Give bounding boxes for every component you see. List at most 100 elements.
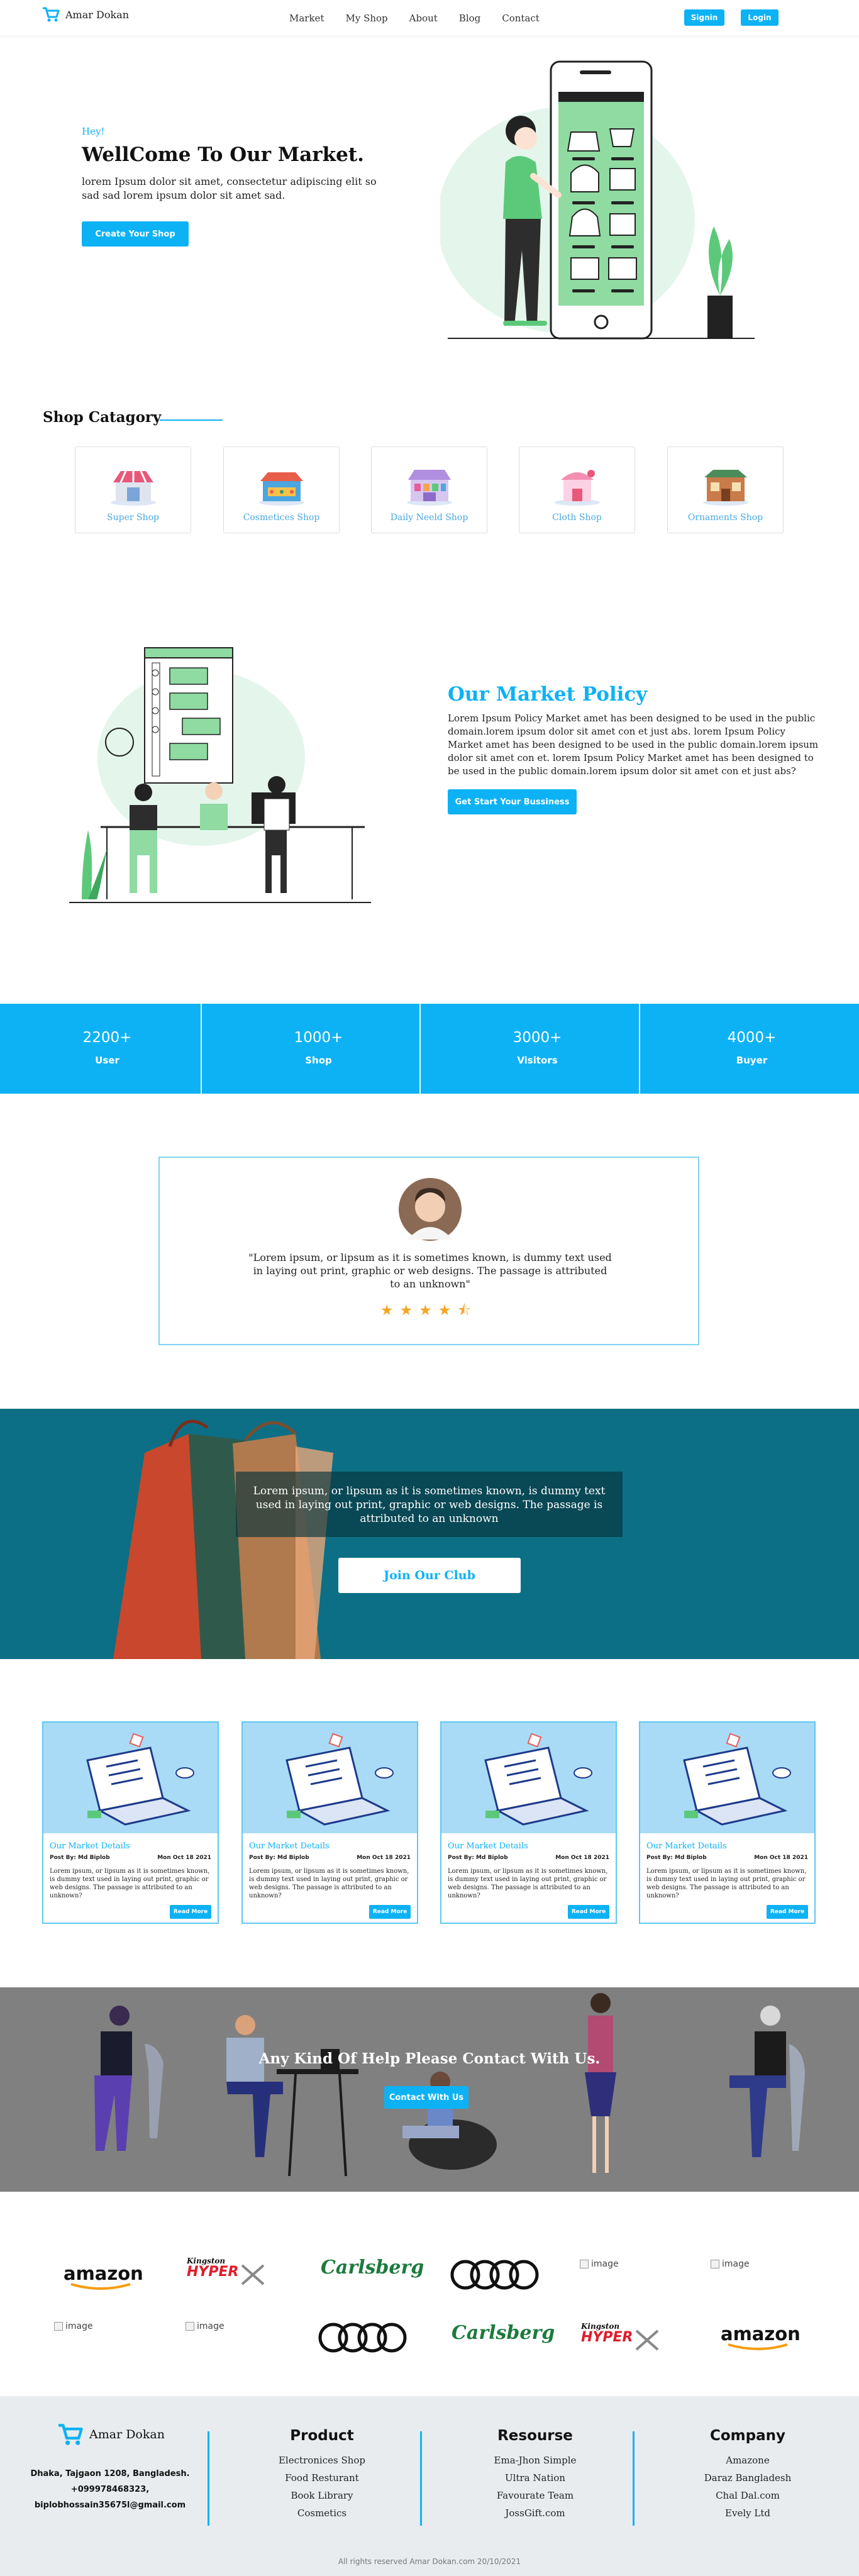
nav-link-about[interactable]: About xyxy=(409,13,438,24)
footer-brand[interactable]: Amar Dokan xyxy=(57,2423,165,2446)
get-start-business-button[interactable]: Get Start Your Bussiness xyxy=(448,789,577,814)
brand-name: Amar Dokan xyxy=(65,8,129,21)
policy-text: Lorem Ipsum Policy Market amet has been … xyxy=(448,713,819,777)
stat-shop: 1000+ Shop xyxy=(211,1004,426,1094)
blog-excerpt: Lorem ipsum, or lipsum as it is sometime… xyxy=(50,1868,210,1899)
blog-date: Mon Oct 18 2021 xyxy=(555,1855,609,1861)
brand-logo[interactable]: Amar Dokan xyxy=(42,6,129,23)
blog-excerpt: Lorem ipsum, or lipsum as it is sometime… xyxy=(646,1868,807,1899)
footer-resource-link[interactable]: Ultra Nation xyxy=(453,2472,617,2484)
footer-product-link[interactable]: Electronices Shop xyxy=(240,2455,404,2466)
blog-author: Post By: Md Biplob xyxy=(646,1855,707,1861)
category-card[interactable]: Daily Neeld Shop xyxy=(371,447,487,533)
testimonial-quote: "Lorem ipsum, or lipsum as it is sometim… xyxy=(248,1252,612,1290)
amazon-wordmark: amazon xyxy=(721,2323,801,2345)
copyright: All rights reserved Amar Dokan.com 20/10… xyxy=(338,2557,521,2566)
read-more-button[interactable]: Read More xyxy=(767,1905,808,1919)
image-alt-text: image xyxy=(722,2259,750,2269)
category-label: Ornaments Shop xyxy=(687,513,763,523)
login-button[interactable]: Login xyxy=(741,9,779,26)
contact-title: Any Kind Of Help Please Contact With Us. xyxy=(258,2050,601,2067)
footer-company-link[interactable]: Daraz Bangladesh xyxy=(666,2472,829,2484)
category-label: Cosmetices Shop xyxy=(243,513,320,523)
stat-divider xyxy=(201,1004,202,1094)
category-card[interactable]: Cloth Shop xyxy=(519,447,635,533)
amazon-logo: amazon xyxy=(717,2319,817,2357)
footer-product-link[interactable]: Cosmetics xyxy=(240,2507,404,2519)
stat-label: Shop xyxy=(305,1055,332,1066)
category-label: Super Shop xyxy=(107,513,159,523)
blog-excerpt: Lorem ipsum, or lipsum as it is sometime… xyxy=(249,1868,409,1899)
blog-title[interactable]: Our Market Details xyxy=(646,1841,727,1851)
footer-brand-name: Amar Dokan xyxy=(89,2428,165,2441)
star-rating: ★★★★⯪ xyxy=(380,1302,478,1319)
footer-resource-link[interactable]: Favourate Team xyxy=(453,2490,617,2501)
footer-company-link[interactable]: Amazone xyxy=(666,2455,829,2466)
stat-user: 2200+ User xyxy=(0,1004,214,1094)
category-card[interactable]: Ornaments Shop xyxy=(667,447,784,533)
nav-link-contact[interactable]: Contact xyxy=(502,13,540,24)
contact-us-button[interactable]: Contact With Us xyxy=(384,2086,468,2109)
kingston-hyperx-logo: Kingston HYPER xyxy=(580,2318,680,2356)
policy-title: Our Market Policy xyxy=(448,683,648,706)
blog-excerpt: Lorem ipsum, or lipsum as it is sometime… xyxy=(448,1868,608,1899)
carlsberg-logo: Carlsberg xyxy=(321,2254,424,2292)
read-more-button[interactable]: Read More xyxy=(170,1905,211,1919)
stat-label: Buyer xyxy=(736,1055,768,1066)
hero-illustration xyxy=(440,60,755,340)
footer-company-title: Company xyxy=(710,2428,785,2444)
footer-resource-link[interactable]: Ema-Jhon Simple xyxy=(453,2455,617,2466)
signin-button[interactable]: Signin xyxy=(684,9,724,26)
carlsberg-logo: Carlsberg xyxy=(452,2319,555,2357)
blog-card: Our Market Details Post By: Md Biplob Mon… xyxy=(639,1721,816,1924)
footer-product-title: Product xyxy=(290,2428,354,2444)
footer-product-link[interactable]: Book Library xyxy=(240,2490,404,2501)
footer-company-link[interactable]: Chal Dal.com xyxy=(666,2490,829,2501)
policy-illustration xyxy=(69,647,371,903)
top-navbar: Amar Dokan Market My Shop About Blog Con… xyxy=(0,0,859,36)
blog-title[interactable]: Our Market Details xyxy=(448,1841,528,1851)
broken-image-icon xyxy=(580,2260,589,2268)
blog-title[interactable]: Our Market Details xyxy=(50,1841,130,1851)
stat-divider xyxy=(419,1004,421,1094)
avatar xyxy=(399,1178,462,1241)
create-shop-button[interactable]: Create Your Shop xyxy=(82,221,189,247)
cloth-shop-icon xyxy=(555,470,600,506)
blog-image xyxy=(441,1723,616,1833)
stat-value: 4000+ xyxy=(727,1030,777,1046)
cosmetics-shop-icon xyxy=(259,472,304,506)
blog-card: Our Market Details Post By: Md Biplob Mon… xyxy=(440,1721,617,1924)
nav-link-blog[interactable]: Blog xyxy=(459,13,480,24)
read-more-button[interactable]: Read More xyxy=(568,1905,609,1919)
join-club-button[interactable]: Join Our Club xyxy=(338,1558,521,1593)
stats-band: 2200+ User 1000+ Shop 3000+ Visitors 400… xyxy=(0,1004,859,1094)
amazon-smile-icon xyxy=(728,2343,788,2350)
laptop-icon xyxy=(285,1733,394,1826)
stat-label: Visitors xyxy=(517,1055,558,1066)
read-more-button[interactable]: Read More xyxy=(369,1905,411,1919)
category-card[interactable]: Super Shop xyxy=(75,447,191,533)
footer-email: biplobhossain35675l@gmail.com xyxy=(34,2501,186,2510)
footer-resource-link[interactable]: JossGift.com xyxy=(453,2507,617,2519)
category-label: Daily Neeld Shop xyxy=(390,513,468,523)
footer-divider xyxy=(208,2431,209,2526)
cart-icon xyxy=(58,2424,83,2445)
footer-phone: +099978468323, xyxy=(70,2485,150,2494)
stat-visitors: 3000+ Visitors xyxy=(430,1004,645,1094)
blog-date: Mon Oct 18 2021 xyxy=(157,1855,211,1861)
blog-image xyxy=(640,1723,814,1833)
category-card[interactable]: Cosmetices Shop xyxy=(223,447,340,533)
footer-divider xyxy=(633,2431,635,2526)
blog-image xyxy=(43,1723,218,1833)
broken-image-icon xyxy=(711,2260,719,2268)
hyperx-x-icon xyxy=(635,2329,659,2351)
stat-divider xyxy=(639,1004,640,1094)
footer-company-link[interactable]: Evely Ltd xyxy=(666,2507,829,2519)
carlsberg-wordmark: Carlsberg xyxy=(321,2257,424,2279)
nav-link-market[interactable]: Market xyxy=(289,13,324,24)
footer-product-link[interactable]: Food Resturant xyxy=(240,2472,404,2484)
amazon-smile-icon xyxy=(70,2283,131,2290)
stat-buyer: 4000+ Buyer xyxy=(645,1004,859,1094)
blog-title[interactable]: Our Market Details xyxy=(249,1841,330,1851)
nav-link-my-shop[interactable]: My Shop xyxy=(345,13,387,24)
